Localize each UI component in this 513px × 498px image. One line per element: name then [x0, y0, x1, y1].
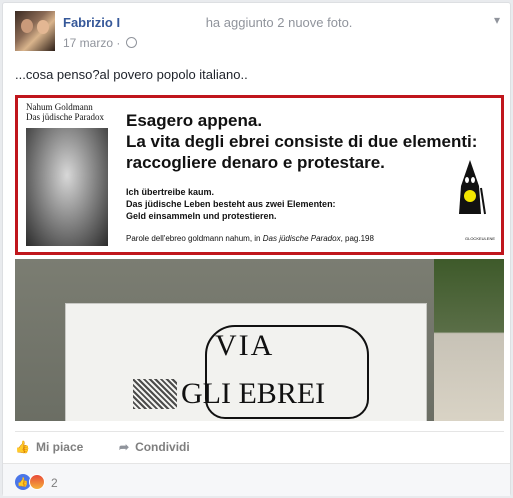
quote-title: Das jüdische Paradox [262, 234, 341, 243]
reaction-count[interactable]: 2 [51, 476, 58, 490]
thumbs-up-icon: 👍 [15, 440, 30, 454]
headline: Esagero appena. La vita degli ebrei cons… [126, 110, 496, 173]
author-avatar[interactable] [15, 11, 55, 51]
german-line-2: Das jüdische Leben besteht aus zwei Elem… [126, 199, 336, 209]
globe-icon[interactable] [125, 37, 137, 48]
share-label: Condividi [135, 440, 190, 454]
headline-line-2: La vita degli ebrei consiste di due elem… [126, 132, 478, 151]
angry-reaction-icon[interactable] [29, 474, 45, 490]
reactions-footer: 👍 2 [3, 463, 510, 496]
post-date[interactable]: 17 marzo [63, 36, 113, 50]
headline-line-1: Esagero appena. [126, 111, 263, 130]
quote-citation: Parole dell'ebreo goldmann nahum, in Das… [126, 234, 374, 243]
author-name-link[interactable]: Fabrizio I [63, 15, 120, 30]
action-bar: 👍 Mi piace ➦ Condividi [15, 431, 504, 462]
post-photo-1[interactable]: Nahum Goldmann Das jüdische Paradox Esag… [15, 95, 504, 255]
quote-prefix: Parole dell'ebreo goldmann nahum, in [126, 234, 261, 243]
like-label: Mi piace [35, 440, 84, 454]
german-line-3: Geld einsammeln und protestieren. [126, 211, 277, 221]
like-button[interactable]: 👍 Mi piace [15, 440, 83, 454]
post-meta: 17 marzo · [63, 36, 137, 50]
quote-page: , pag.198 [340, 234, 374, 243]
portrait-photo [26, 128, 108, 246]
post-photo-2[interactable]: VIA GLI EBREI [15, 259, 504, 421]
figure-caption: GLOCKEULENE [464, 236, 495, 241]
post-text: ...cosa penso?al povero popolo italiano.… [15, 67, 248, 82]
sign-line-2: GLI EBREI [181, 377, 326, 410]
post-action-text: ha aggiunto 2 nuove foto. [205, 15, 353, 30]
share-arrow-icon: ➦ [119, 440, 130, 454]
hooded-figure-icon [459, 160, 486, 215]
book-title: Das jüdische Paradox [26, 112, 104, 122]
share-button[interactable]: ➦ Condividi [119, 440, 190, 454]
post-header: Fabrizio I ha aggiunto 2 nuove foto. [63, 15, 352, 30]
german-line-1: Ich übertreibe kaum. [126, 187, 215, 197]
meta-separator: · [116, 36, 121, 50]
background-wall [434, 259, 504, 421]
redacted-area [120, 15, 203, 28]
german-text: Ich übertreibe kaum. Das jüdische Leben … [126, 186, 426, 222]
chevron-down-icon[interactable]: ▾ [494, 13, 500, 27]
sign-line-1: VIA [215, 329, 275, 362]
headline-line-3: raccogliere denaro e protestare. [126, 153, 385, 172]
scribble-mark [133, 379, 177, 409]
post-card: Fabrizio I ha aggiunto 2 nuove foto. 17 … [2, 2, 511, 496]
book-author: Nahum Goldmann [26, 102, 93, 112]
